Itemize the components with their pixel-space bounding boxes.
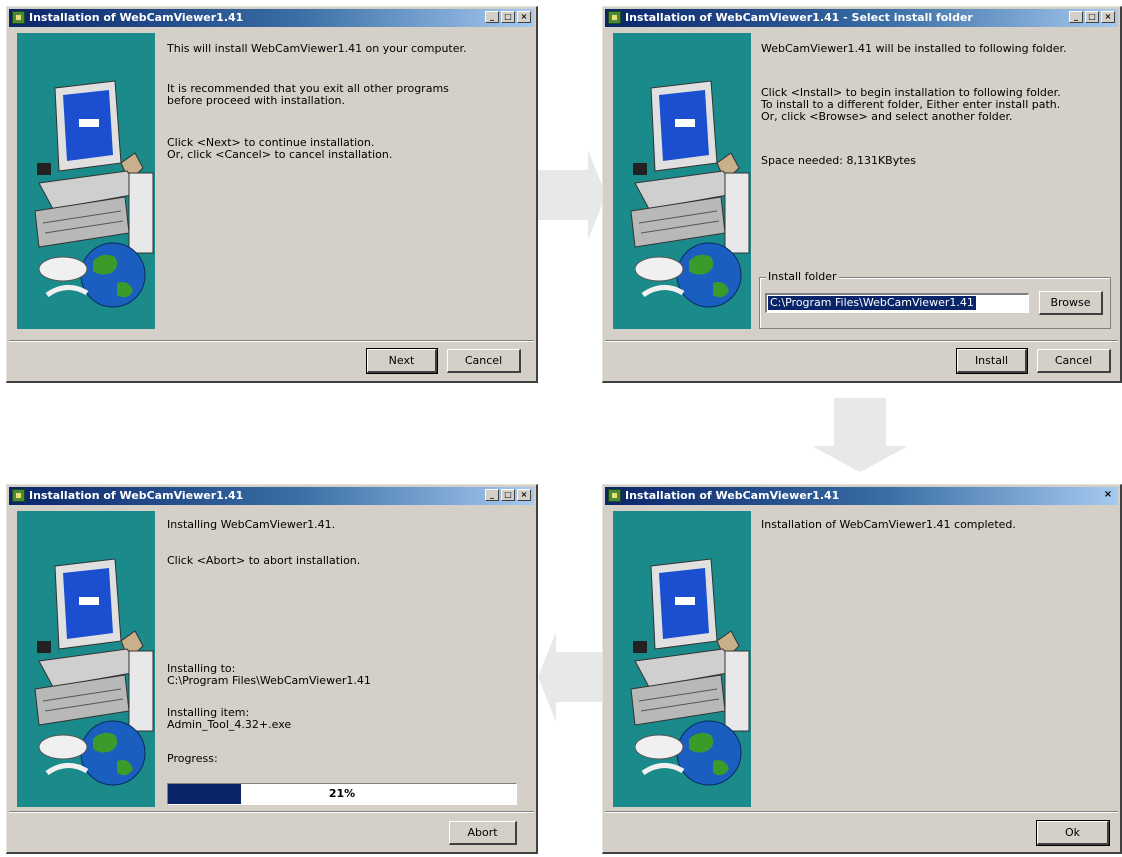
maximize-button[interactable]: □ xyxy=(501,489,515,501)
installing-status: Installing WebCamViewer1.41. xyxy=(167,518,336,531)
computer-globe-illustration xyxy=(630,558,750,786)
title-bar[interactable]: Installation of WebCamViewer1.41 _ □ × xyxy=(9,9,534,27)
app-icon xyxy=(12,11,25,24)
installer-window-complete: Installation of WebCamViewer1.41 × Insta… xyxy=(602,484,1122,854)
separator xyxy=(9,340,534,342)
completed-text: Installation of WebCamViewer1.41 complet… xyxy=(761,518,1016,531)
browse-button[interactable]: Browse xyxy=(1039,291,1103,315)
installing-item-name: Admin_Tool_4.32+.exe xyxy=(167,718,292,731)
ok-button[interactable]: Ok xyxy=(1036,820,1110,846)
arrow-right-icon xyxy=(538,150,606,240)
cancel-button[interactable]: Cancel xyxy=(447,349,521,373)
app-icon xyxy=(12,489,25,502)
window-title: Installation of WebCamViewer1.41 - Selec… xyxy=(625,11,973,24)
close-button[interactable]: × xyxy=(517,489,531,501)
window-title: Installation of WebCamViewer1.41 xyxy=(625,489,840,502)
minimize-button[interactable]: _ xyxy=(1069,11,1083,23)
progress-percent: 21% xyxy=(328,787,356,800)
installer-window-progress: Installation of WebCamViewer1.41 _ □ × I… xyxy=(6,484,538,854)
abort-button[interactable]: Abort xyxy=(449,821,517,845)
maximize-button[interactable]: □ xyxy=(501,11,515,23)
computer-globe-illustration xyxy=(34,558,154,786)
close-button[interactable]: × xyxy=(1101,11,1115,23)
arrow-left-icon xyxy=(538,632,606,722)
install-button[interactable]: Install xyxy=(956,348,1028,374)
minimize-button[interactable]: _ xyxy=(485,11,499,23)
intro-text: This will install WebCamViewer1.41 on yo… xyxy=(167,42,467,55)
installer-window-welcome: Installation of WebCamViewer1.41 _ □ × T… xyxy=(6,6,538,383)
close-button[interactable]: × xyxy=(517,11,531,23)
computer-globe-illustration xyxy=(34,80,154,308)
installer-illustration-panel xyxy=(17,33,155,329)
close-button[interactable]: × xyxy=(1101,489,1115,501)
install-folder-value: C:\Program Files\WebCamViewer1.41 xyxy=(768,296,976,310)
install-folder-label: Install folder xyxy=(766,270,839,284)
arrow-down-icon xyxy=(812,398,908,472)
installing-to-path: C:\Program Files\WebCamViewer1.41 xyxy=(167,674,371,687)
app-icon xyxy=(608,489,621,502)
installer-illustration-panel xyxy=(613,33,751,329)
computer-globe-illustration xyxy=(630,80,750,308)
space-needed-text: Space needed: 8,131KBytes xyxy=(761,154,917,167)
window-title: Installation of WebCamViewer1.41 xyxy=(29,489,244,502)
title-bar[interactable]: Installation of WebCamViewer1.41 × xyxy=(605,487,1118,505)
separator xyxy=(9,811,534,813)
installer-window-select-folder: Installation of WebCamViewer1.41 - Selec… xyxy=(602,6,1122,383)
title-bar[interactable]: Installation of WebCamViewer1.41 _ □ × xyxy=(9,487,534,505)
progress-label: Progress: xyxy=(167,752,218,765)
separator xyxy=(605,811,1118,813)
abort-instruction: Click <Abort> to abort installation. xyxy=(167,554,361,567)
window-title: Installation of WebCamViewer1.41 xyxy=(29,11,244,24)
installer-illustration-panel xyxy=(613,511,751,807)
install-progress-bar: 21% xyxy=(167,783,517,805)
separator xyxy=(605,340,1118,342)
advice-text-2: before proceed with installation. xyxy=(167,94,346,107)
maximize-button[interactable]: □ xyxy=(1085,11,1099,23)
install-instruction-3: Or, click <Browse> and select another fo… xyxy=(761,110,1013,123)
minimize-button[interactable]: _ xyxy=(485,489,499,501)
title-bar[interactable]: Installation of WebCamViewer1.41 - Selec… xyxy=(605,9,1118,27)
next-button[interactable]: Next xyxy=(366,348,438,374)
installer-illustration-panel xyxy=(17,511,155,807)
cancel-button[interactable]: Cancel xyxy=(1037,349,1111,373)
cancel-instruction: Or, click <Cancel> to cancel installatio… xyxy=(167,148,393,161)
target-folder-text: WebCamViewer1.41 will be installed to fo… xyxy=(761,42,1067,55)
app-icon xyxy=(608,11,621,24)
install-folder-input[interactable]: C:\Program Files\WebCamViewer1.41 xyxy=(765,293,1029,313)
